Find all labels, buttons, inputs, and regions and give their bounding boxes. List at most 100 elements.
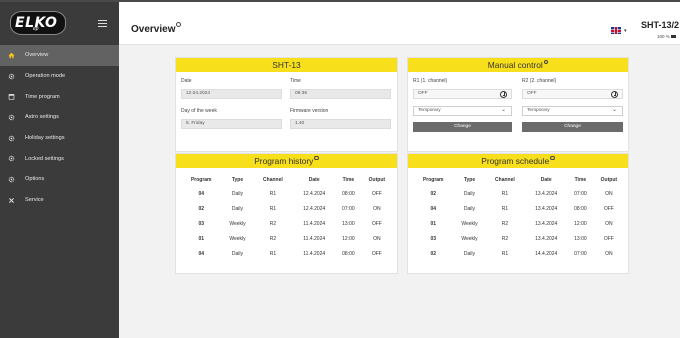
manual-control-title: Manual control xyxy=(408,58,628,72)
cell-output: ON xyxy=(605,250,613,257)
gear-icon xyxy=(5,173,17,185)
cell-time: 12:00 xyxy=(342,235,355,242)
sidebar-item-operation-mode[interactable]: Operation mode xyxy=(0,66,119,87)
cell-channel: R2 xyxy=(501,235,509,242)
chevron-down-icon: ⌄ xyxy=(500,107,506,113)
program-history-table: Program Type Channel Date Time Output 04… xyxy=(181,173,393,261)
info-icon[interactable] xyxy=(550,155,555,160)
info-icon[interactable] xyxy=(314,155,319,160)
program-history-title: Program history xyxy=(176,154,397,168)
cell-output: OFF xyxy=(371,220,382,227)
sidebar-item-holiday-settings[interactable]: Holiday settings xyxy=(0,128,119,149)
sidebar-item-label: Operation mode xyxy=(25,73,66,80)
gear-icon xyxy=(5,70,17,82)
cell-type: Daily xyxy=(463,191,476,198)
table-row: 02 Daily R1 13.4.2024 07:00 ON xyxy=(413,187,625,202)
cell-output: ON xyxy=(605,191,613,198)
sidebar-item-astro-settings[interactable]: Astro settings xyxy=(0,107,119,128)
cell-channel: R1 xyxy=(269,250,277,257)
r1-mode-select[interactable]: Temporary ⌄ xyxy=(413,106,512,116)
program-schedule-title-text: Program schedule xyxy=(481,156,550,166)
column-header: Date xyxy=(308,177,320,183)
table-row: 02 Daily R1 12.4.2024 07:00 ON xyxy=(181,202,393,217)
date-label: Date xyxy=(181,78,192,84)
table-row: 01 Weekly R2 11.4.2024 12:00 ON xyxy=(181,231,393,246)
gear-icon xyxy=(5,111,17,123)
cell-time: 07:00 xyxy=(574,191,587,198)
cell-type: Weekly xyxy=(461,235,478,242)
cell-channel: R1 xyxy=(501,191,509,198)
column-header: Output xyxy=(368,177,386,183)
sidebar-item-service[interactable]: Service xyxy=(0,190,119,211)
r1-change-button[interactable]: Change xyxy=(413,122,512,132)
time-field: 09:36 xyxy=(290,89,391,99)
table-row: 03 Weekly R2 11.4.2024 13:00 OFF xyxy=(181,217,393,232)
cell-type: Weekly xyxy=(461,220,478,227)
sidebar-item-locked-settings[interactable]: Locked settings xyxy=(0,148,119,169)
sidebar-menu: Overview Operation mode Time program Ast… xyxy=(0,45,119,211)
cell-type: Weekly xyxy=(229,220,246,227)
r2-state-value: OFF xyxy=(527,91,537,96)
clock-icon[interactable] xyxy=(500,90,507,98)
cell-output: OFF xyxy=(371,250,382,257)
cell-program: 04 xyxy=(198,191,204,198)
cell-type: Daily xyxy=(231,191,244,198)
info-icon[interactable] xyxy=(176,22,182,27)
sidebar-item-label: Time program xyxy=(25,93,60,100)
r2-label: R2 (2. channel) xyxy=(522,78,557,84)
uk-flag-icon[interactable] xyxy=(611,27,621,34)
r2-mode-select[interactable]: Temporary ⌄ xyxy=(522,106,623,116)
program-schedule-table: Program Type Channel Date Time Output 02… xyxy=(413,173,625,261)
cell-channel: R2 xyxy=(269,235,277,242)
cell-program: 04 xyxy=(430,206,436,213)
clock-icon[interactable] xyxy=(611,90,618,98)
cell-channel: R1 xyxy=(501,206,509,213)
cell-time: 07:00 xyxy=(574,250,587,257)
cell-date: 13.4.2024 xyxy=(535,235,558,242)
program-history-title-text: Program history xyxy=(254,156,314,166)
elko-logo[interactable]: ELKO ep xyxy=(10,11,66,35)
manual-control-card: Manual control R1 (1. channel) OFF Tempo… xyxy=(407,57,629,152)
battery-status: 100 % xyxy=(657,34,677,39)
cell-type: Daily xyxy=(231,250,244,257)
cell-date: 11.4.2024 xyxy=(303,235,326,242)
cell-time: 13:00 xyxy=(574,235,587,242)
cell-type: Daily xyxy=(463,250,476,257)
table-header-row: Program Type Channel Date Time Output xyxy=(181,173,393,187)
sidebar-item-label: Overview xyxy=(25,52,49,59)
cell-program: 02 xyxy=(430,191,436,198)
home-icon xyxy=(5,49,17,61)
cell-time: 07:00 xyxy=(342,206,355,213)
sidebar-item-time-program[interactable]: Time program xyxy=(0,86,119,107)
column-header: Output xyxy=(600,177,618,183)
cell-date: 13.4.2024 xyxy=(535,191,558,198)
info-icon[interactable] xyxy=(543,59,549,64)
device-info-card: SHT-13 Date 12.04.2024 Time 09:36 Day of… xyxy=(175,57,398,152)
sidebar-item-label: Service xyxy=(25,197,44,204)
column-header: Channel xyxy=(495,177,515,183)
cell-channel: R2 xyxy=(269,220,277,227)
cell-program: 03 xyxy=(430,235,436,242)
sidebar-item-options[interactable]: Options xyxy=(0,169,119,190)
hamburger-menu-icon[interactable] xyxy=(98,20,107,27)
calendar-icon xyxy=(5,91,17,103)
cell-output: ON xyxy=(605,220,613,227)
cell-time: 08:00 xyxy=(342,250,355,257)
cell-output: OFF xyxy=(371,191,382,198)
language-dropdown-caret-icon[interactable]: ▾ xyxy=(624,28,627,34)
cell-output: ON xyxy=(373,206,381,213)
column-header: Date xyxy=(540,177,552,183)
battery-icon xyxy=(671,35,677,39)
table-row: 04 Daily R1 11.4.2024 08:00 OFF xyxy=(181,246,393,261)
r2-change-button[interactable]: Change xyxy=(522,122,623,132)
sidebar-item-overview[interactable]: Overview xyxy=(0,45,119,66)
chevron-down-icon: ⌄ xyxy=(611,107,617,113)
r2-state-field[interactable]: OFF xyxy=(522,89,623,99)
cell-program: 03 xyxy=(198,220,204,227)
cell-time: 08:00 xyxy=(342,191,355,198)
cell-channel: R1 xyxy=(269,206,277,213)
page-title-text: Overview xyxy=(131,24,176,35)
r1-state-field[interactable]: OFF xyxy=(413,89,512,99)
gear-icon xyxy=(5,132,17,144)
cell-type: Daily xyxy=(463,206,476,213)
